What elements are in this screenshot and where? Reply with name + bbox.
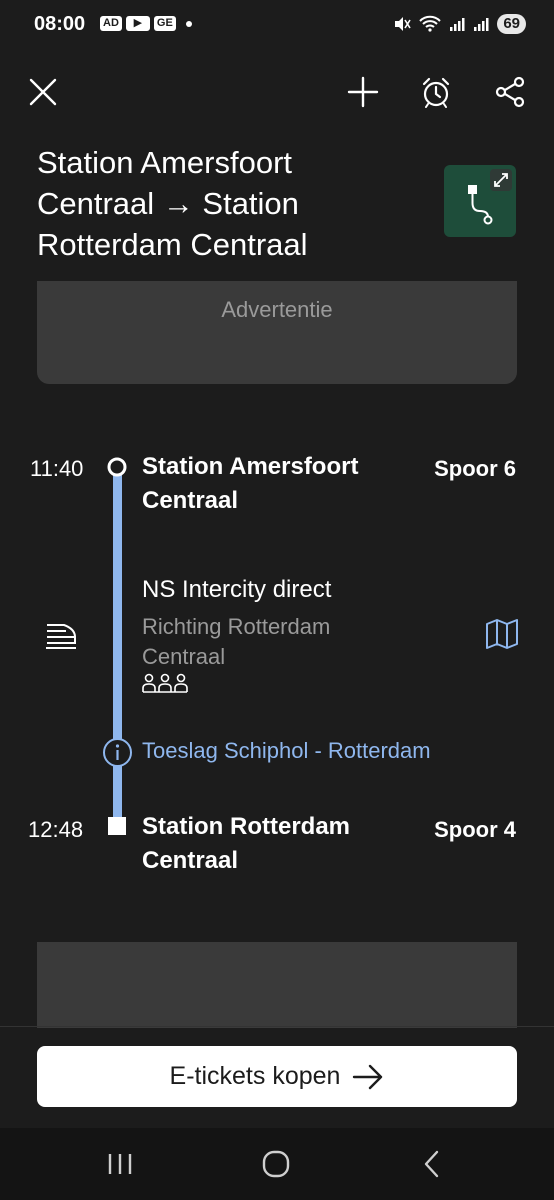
system-navigation-bar [0, 1128, 554, 1200]
share-icon [495, 76, 525, 108]
recent-apps-icon [108, 1154, 132, 1174]
signal-icon [450, 18, 465, 31]
crowd-icon [142, 673, 188, 693]
share-button[interactable] [488, 70, 532, 114]
map-icon[interactable] [485, 618, 519, 650]
departure-station-line: Centraal [142, 487, 239, 514]
ge-notification-icon: GE [153, 16, 176, 31]
departure-time: 11:40 [30, 456, 84, 481]
notification-icons: AD ▶ GE [100, 16, 192, 31]
route-title-line: Station Amersfoort [37, 145, 293, 180]
route-title-line: Centraal → Station [37, 186, 299, 221]
battery-indicator: 69 [497, 14, 526, 34]
status-time: 08:00 [34, 13, 86, 35]
close-icon [29, 78, 57, 106]
route-map-icon [468, 169, 512, 225]
surcharge-link[interactable]: Toeslag Schiphol - Rotterdam [142, 738, 431, 764]
ad-label: Advertentie [221, 297, 333, 322]
divider [0, 1026, 554, 1027]
arrival-platform: Spoor 4 [434, 817, 516, 842]
more-notifications-dot [185, 20, 192, 27]
route-line [113, 474, 122, 820]
buy-etickets-label: E-tickets kopen [169, 1062, 341, 1090]
arrival-station-line: Station Rotterdam [142, 813, 351, 840]
home-icon [262, 1150, 290, 1178]
add-button[interactable] [341, 70, 385, 114]
arrival-station-line: Centraal [142, 847, 239, 874]
departure-station[interactable]: Station Amersfoort Centraal [142, 450, 402, 518]
train-direction-line: Richting Rotterdam [142, 614, 331, 639]
recent-apps-button[interactable] [90, 1142, 150, 1186]
status-bar: 08:00 AD ▶ GE 69 [0, 0, 554, 52]
wifi-icon [419, 15, 442, 32]
plus-icon [347, 76, 379, 108]
ad-notification-icon: AD [100, 16, 122, 31]
departure-platform: Spoor 6 [434, 456, 516, 481]
departure-station-line: Station Amersfoort [142, 453, 359, 480]
back-button[interactable] [402, 1142, 462, 1186]
train-icon [46, 624, 76, 649]
system-status-icons: 69 [393, 14, 526, 34]
route-title-line: Rotterdam Centraal [37, 227, 308, 262]
alarm-button[interactable] [414, 70, 458, 114]
advertisement[interactable]: Advertentie [37, 281, 517, 384]
info-icon[interactable] [102, 737, 133, 768]
mute-icon [395, 17, 411, 31]
arrival-station[interactable]: Station Rotterdam Centraal [142, 810, 402, 878]
home-button[interactable] [246, 1142, 306, 1186]
signal-icon-2 [474, 18, 489, 31]
buy-etickets-button[interactable]: E-tickets kopen [37, 1046, 517, 1107]
arrival-time: 12:48 [28, 817, 84, 842]
arrow-right-icon [353, 1064, 383, 1089]
train-direction-line: Centraal [142, 644, 226, 669]
departure-stop-icon [107, 457, 127, 477]
train-direction: Richting Rotterdam Centraal [142, 612, 402, 672]
route-map-thumbnail[interactable] [444, 165, 516, 237]
route-title: Station Amersfoort Centraal → Station Ro… [37, 142, 417, 265]
train-name: NS Intercity direct [142, 576, 332, 603]
close-button[interactable] [21, 70, 65, 114]
back-icon [424, 1150, 439, 1178]
youtube-notification-icon: ▶ [125, 16, 150, 31]
secondary-advertisement[interactable] [37, 942, 517, 1028]
alarm-icon [422, 77, 450, 108]
arrival-stop-icon [108, 817, 126, 835]
